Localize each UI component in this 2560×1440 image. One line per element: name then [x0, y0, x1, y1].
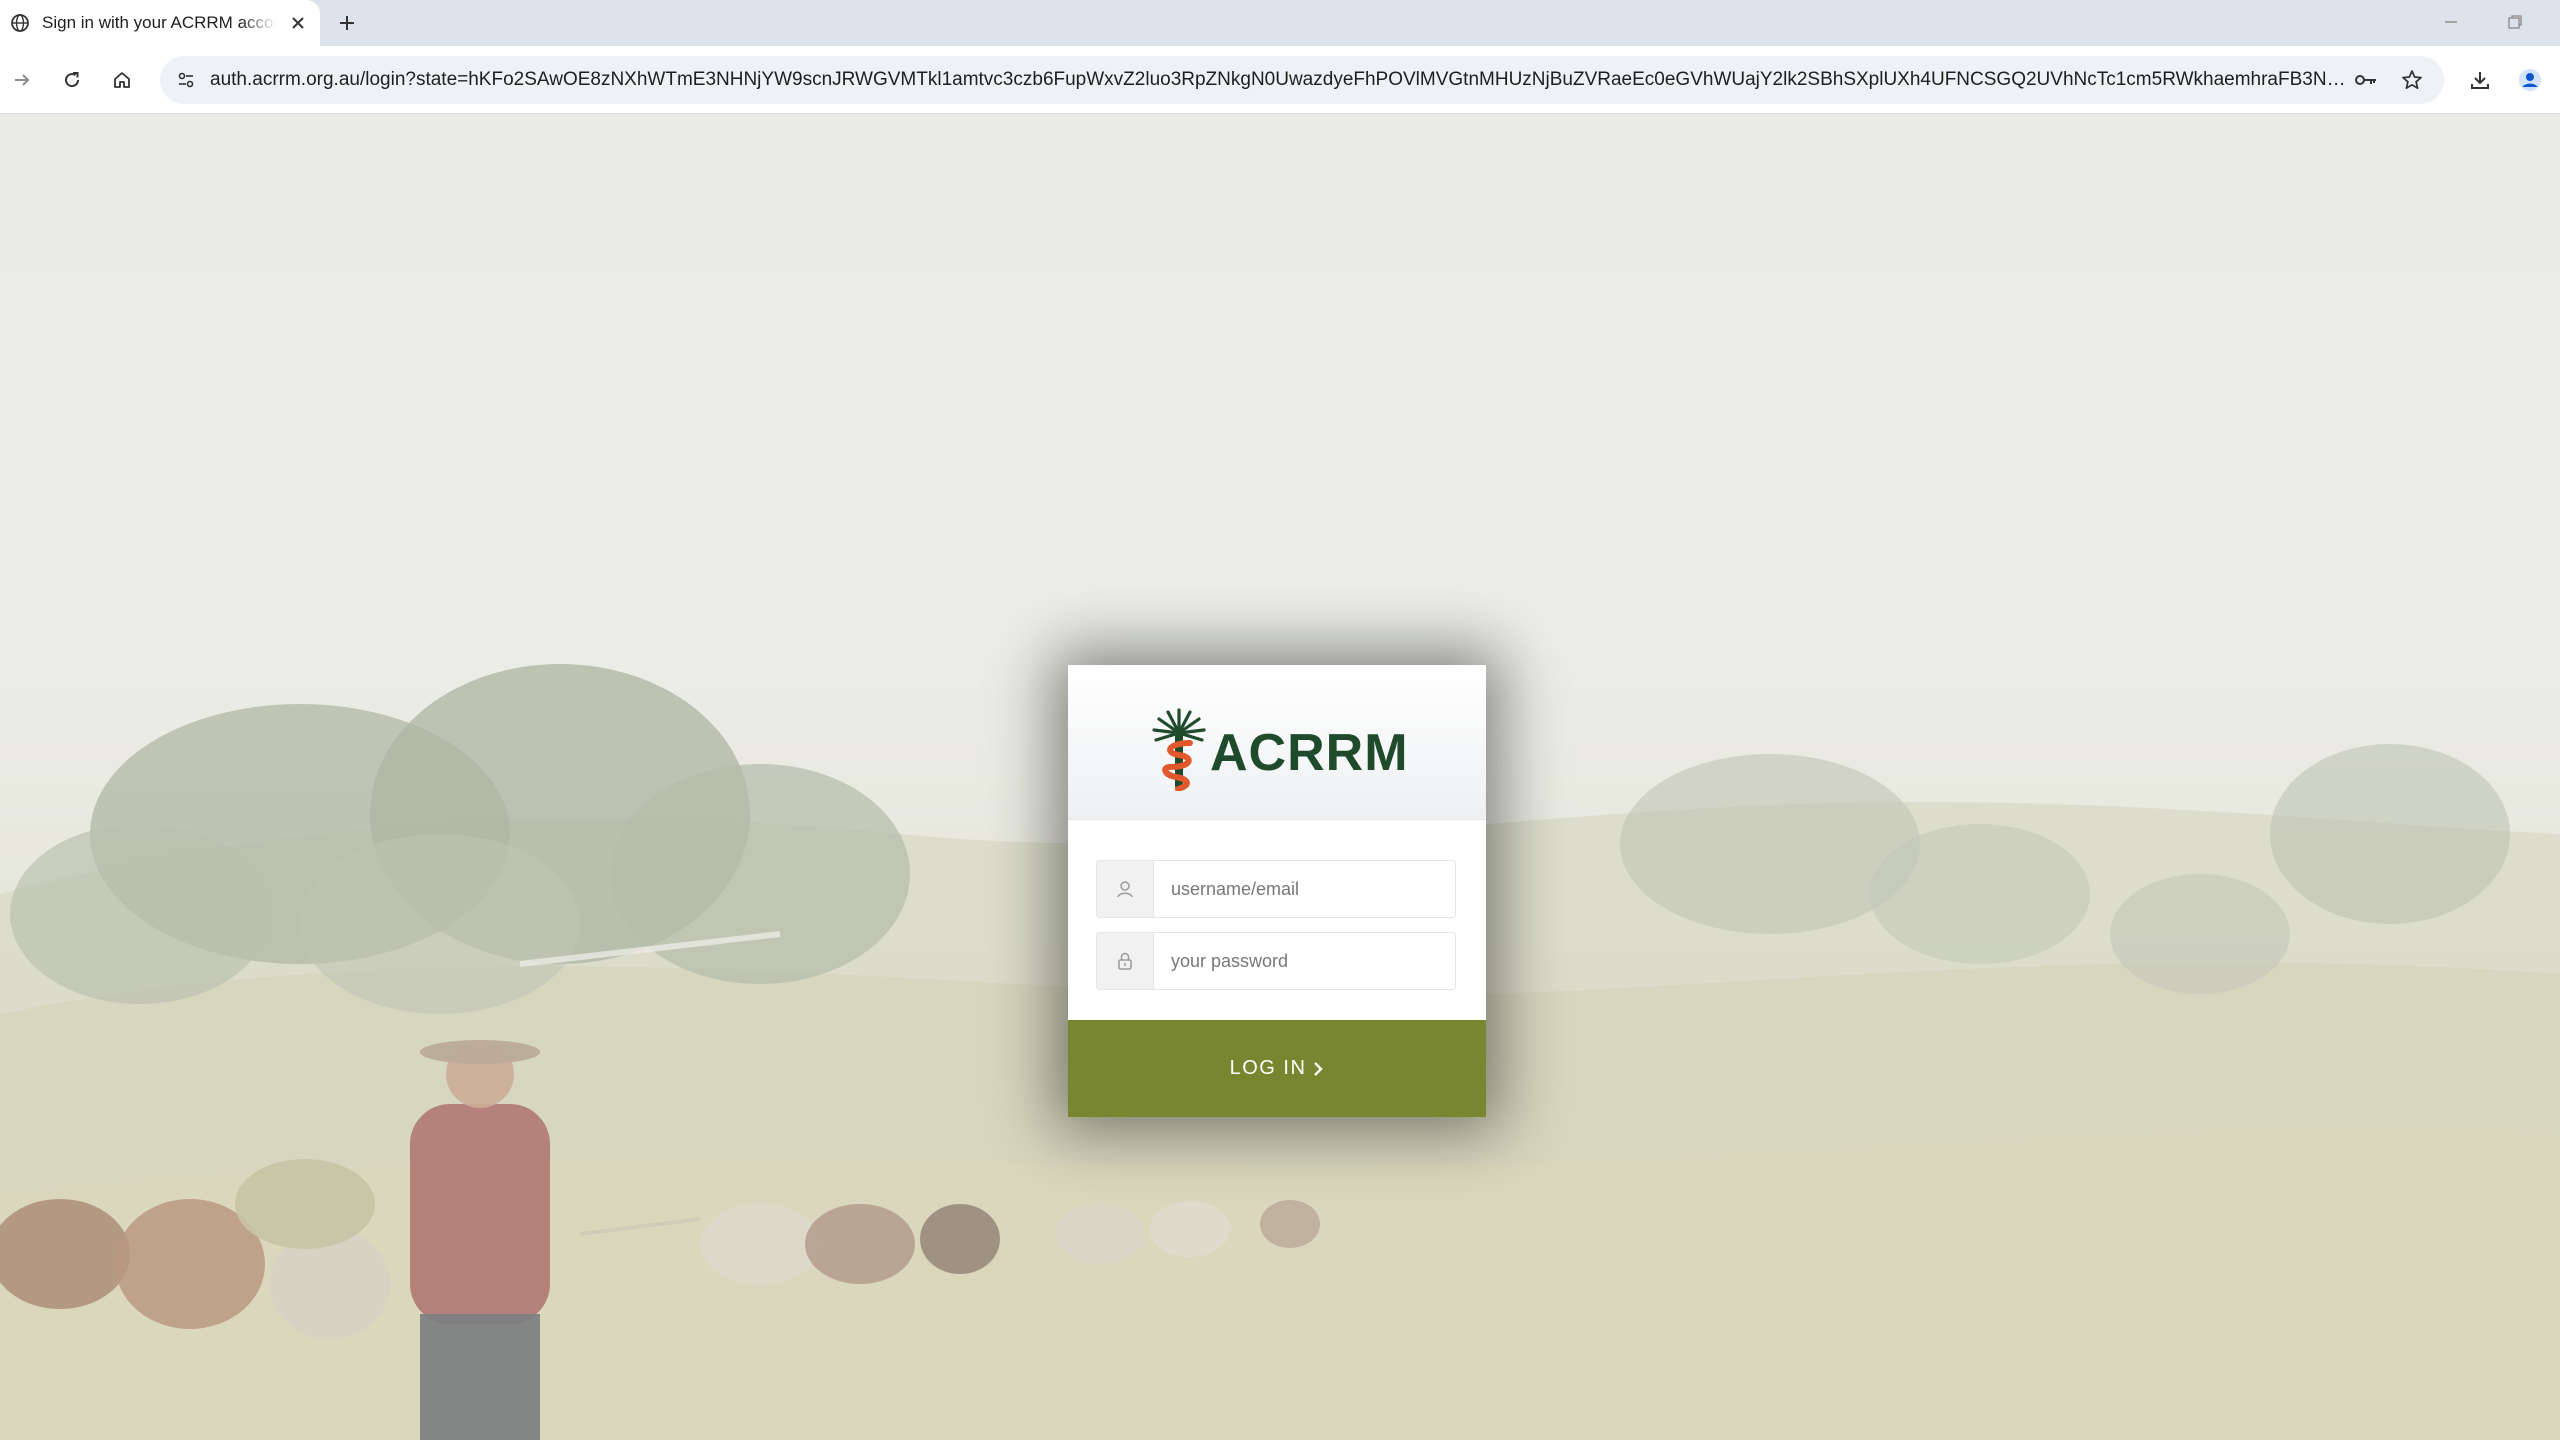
site-settings-icon[interactable]	[170, 64, 202, 96]
password-key-icon[interactable]	[2350, 64, 2382, 96]
home-icon[interactable]	[106, 64, 138, 96]
new-tab-plus-icon[interactable]	[334, 10, 360, 36]
browser-toolbar: auth.acrrm.org.au/login?state=hKFo2SAwOE…	[0, 46, 2560, 114]
minimize-icon[interactable]	[2436, 10, 2466, 34]
login-button-label: LOG IN	[1229, 1057, 1307, 1079]
username-field	[1096, 860, 1456, 918]
login-card-header: ACRRM	[1068, 665, 1486, 820]
user-icon	[1097, 861, 1154, 917]
lock-icon	[1097, 933, 1154, 989]
url-text[interactable]: auth.acrrm.org.au/login?state=hKFo2SAwOE…	[210, 56, 2350, 104]
tab-title: Sign in with your ACRRM account	[42, 13, 276, 32]
address-bar[interactable]: auth.acrrm.org.au/login?state=hKFo2SAwOE…	[160, 56, 2444, 104]
download-icon[interactable]	[2464, 64, 2496, 96]
tab-strip: Sign in with your ACRRM account	[0, 0, 2560, 46]
login-page-background: ACRRM LOG IN	[0, 114, 2560, 1440]
login-card: ACRRM LOG IN	[1068, 665, 1486, 1117]
chevron-right-icon	[1312, 1061, 1324, 1077]
username-input[interactable]	[1153, 861, 1453, 917]
brand-name: ACRRM	[1210, 724, 1409, 782]
restore-window-icon[interactable]	[2500, 10, 2530, 34]
login-button[interactable]: LOG IN	[1068, 1020, 1486, 1117]
reload-icon[interactable]	[56, 64, 88, 96]
globe-icon	[10, 13, 30, 33]
bookmark-star-icon[interactable]	[2396, 64, 2428, 96]
browser-tab-active[interactable]: Sign in with your ACRRM account	[0, 0, 320, 46]
acrrm-logo-icon	[1152, 708, 1206, 791]
forward-arrow-icon[interactable]	[6, 64, 38, 96]
password-input[interactable]	[1153, 933, 1453, 989]
password-field	[1096, 932, 1456, 990]
profile-avatar-icon[interactable]	[2514, 64, 2546, 96]
close-tab-icon[interactable]	[286, 11, 310, 35]
